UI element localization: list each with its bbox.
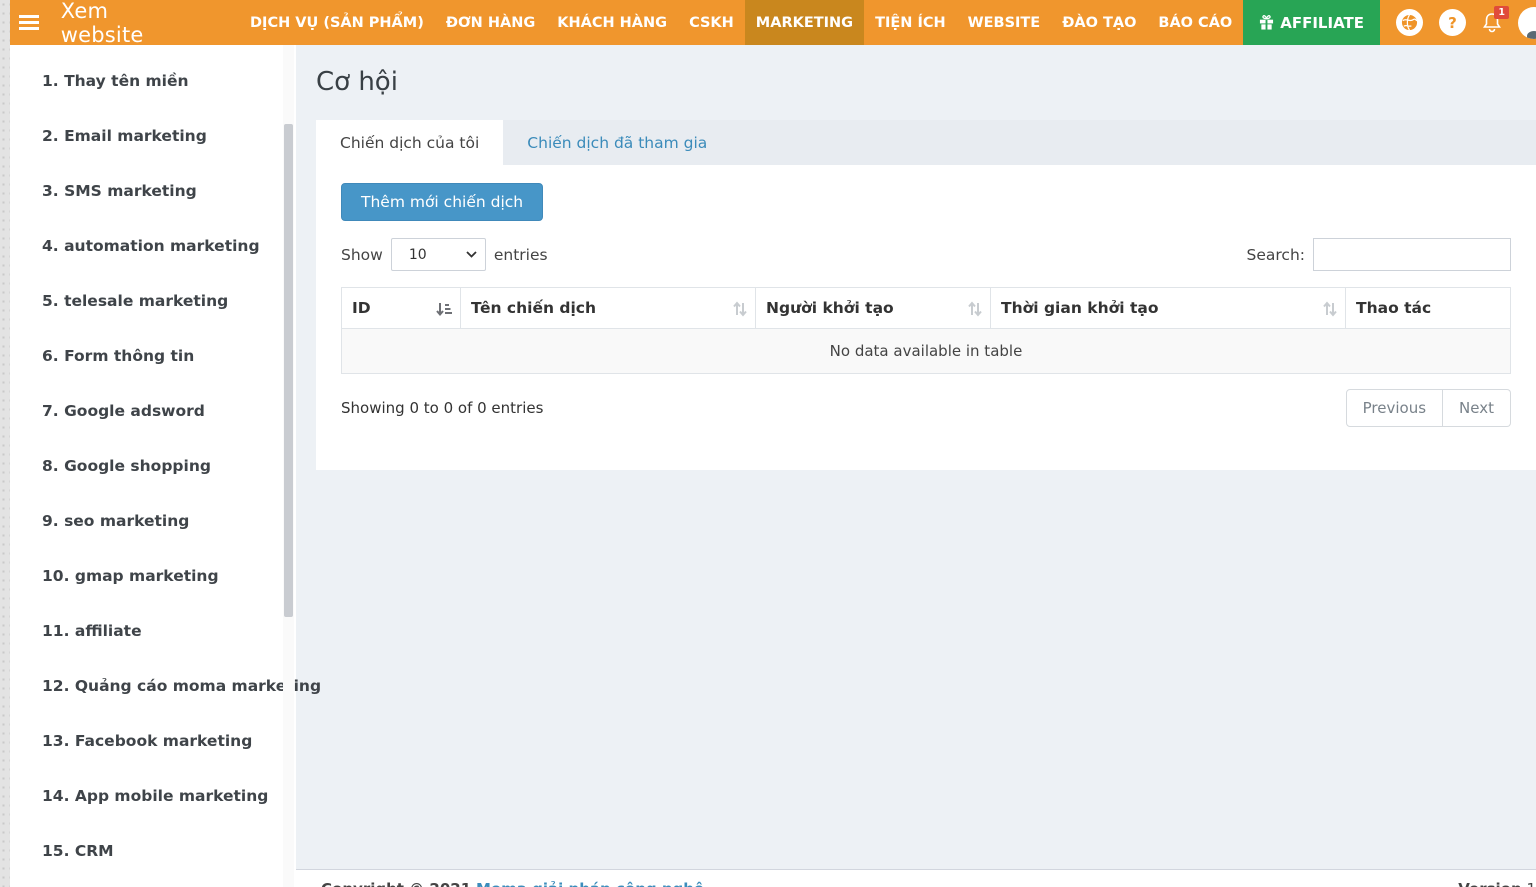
nav-item-website[interactable]: WEBSITE (957, 0, 1052, 45)
next-page-button[interactable]: Next (1443, 389, 1511, 427)
sidebar: 1. Thay tên miền 2. Email marketing 3. S… (10, 45, 296, 887)
previous-page-button[interactable]: Previous (1346, 389, 1443, 427)
sort-both-icon (968, 301, 982, 317)
sidebar-scrollbar[interactable] (283, 45, 294, 887)
affiliate-label: AFFILIATE (1280, 14, 1364, 32)
sidebar-item-automation-marketing[interactable]: 4. automation marketing (10, 218, 296, 273)
window-edge-strip (0, 0, 10, 887)
sort-both-icon (1323, 301, 1337, 317)
sidebar-item-affiliate[interactable]: 11. affiliate (10, 603, 296, 658)
sidebar-item-google-adsword[interactable]: 7. Google adsword (10, 383, 296, 438)
brand-title[interactable]: Xem website (49, 0, 167, 45)
app-footer: Copyright © 2021 Moma giải pháp công ngh… (296, 869, 1536, 887)
affiliate-button[interactable]: AFFILIATE (1243, 0, 1380, 45)
nav-item-don-hang[interactable]: ĐƠN HÀNG (435, 0, 546, 45)
column-id-label: ID (352, 299, 371, 317)
notification-badge: 1 (1494, 6, 1509, 19)
search-label: Search: (1247, 246, 1305, 264)
nav-item-tien-ich[interactable]: TIỆN ÍCH (864, 0, 957, 45)
hamburger-icon (19, 15, 39, 30)
tab-chien-dich-cua-toi[interactable]: Chiến dịch của tôi (316, 120, 503, 165)
notifications-button[interactable]: 1 (1482, 12, 1502, 34)
column-header-nguoi-khoi-tao[interactable]: Người khởi tạo (756, 288, 991, 329)
question-mark-glyph: ? (1448, 14, 1457, 32)
nav-item-khach-hang[interactable]: KHÁCH HÀNG (546, 0, 678, 45)
sidebar-item-thay-ten-mien[interactable]: 1. Thay tên miền (10, 53, 296, 108)
empty-table-message: No data available in table (342, 329, 1511, 374)
column-header-id[interactable]: ID (342, 288, 461, 329)
table-footer: Showing 0 to 0 of 0 entries Previous Nex… (341, 389, 1511, 427)
table-controls: Show 10 entries Search: (341, 238, 1511, 271)
sidebar-item-facebook-marketing[interactable]: 13. Facebook marketing (10, 713, 296, 768)
campaigns-table: ID Tên chiến dịch (341, 287, 1511, 374)
page-title: Cơ hội (296, 45, 1536, 97)
sidebar-item-email-marketing[interactable]: 2. Email marketing (10, 108, 296, 163)
sort-both-icon (733, 301, 747, 317)
column-header-thoi-gian-khoi-tao[interactable]: Thời gian khởi tạo (991, 288, 1346, 329)
main-content: Cơ hội Home > Danh sách chiến dịch Chiến… (296, 45, 1536, 887)
sort-asc-icon (436, 301, 452, 317)
gift-icon (1259, 15, 1274, 30)
nav-item-dao-tao[interactable]: ĐÀO TẠO (1051, 0, 1147, 45)
nav-item-dich-vu[interactable]: DỊCH VỤ (SẢN PHẨM) (239, 0, 435, 45)
entries-label: entries (494, 246, 548, 264)
navbar-right: AFFILIATE ? 1 (1243, 0, 1536, 45)
copyright-text: Copyright © 2021 (321, 880, 471, 887)
search-control: Search: (1247, 238, 1511, 271)
user-avatar[interactable] (1518, 7, 1536, 39)
tab-chien-dich-da-tham-gia[interactable]: Chiến dịch đã tham gia (503, 120, 731, 165)
pagination: Previous Next (1346, 389, 1511, 427)
tab-bar: Chiến dịch của tôi Chiến dịch đã tham gi… (316, 120, 1536, 165)
sidebar-item-seo-marketing[interactable]: 9. seo marketing (10, 493, 296, 548)
nav-item-cskh[interactable]: CSKH (678, 0, 745, 45)
column-name-label: Tên chiến dịch (471, 299, 596, 317)
empty-table-row: No data available in table (342, 329, 1511, 374)
help-icon[interactable]: ? (1439, 9, 1466, 36)
page-length-control: Show 10 entries (341, 238, 548, 271)
column-header-ten-chien-dich[interactable]: Tên chiến dịch (461, 288, 756, 329)
campaign-panel: Thêm mới chiến dịch Show 10 entries Sear… (316, 165, 1536, 470)
table-header-row: ID Tên chiến dịch (342, 288, 1511, 329)
column-header-thao-tac[interactable]: Thao tác (1346, 288, 1511, 329)
company-link[interactable]: Moma giải pháp công nghệ (476, 880, 704, 887)
language-globe-icon[interactable] (1396, 9, 1423, 36)
sidebar-item-form-thong-tin[interactable]: 6. Form thông tin (10, 328, 296, 383)
sidebar-item-telesale-marketing[interactable]: 5. telesale marketing (10, 273, 296, 328)
page-size-select[interactable]: 10 (391, 238, 486, 271)
sidebar-item-gmap-marketing[interactable]: 10. gmap marketing (10, 548, 296, 603)
sidebar-item-google-shopping[interactable]: 8. Google shopping (10, 438, 296, 493)
globe-icon (1401, 14, 1418, 31)
sidebar-item-crm[interactable]: 15. CRM (10, 823, 296, 878)
entries-summary: Showing 0 to 0 of 0 entries (341, 399, 543, 417)
show-label: Show (341, 246, 383, 264)
version-text: Version 1 (1458, 880, 1536, 887)
top-navbar: Xem website DỊCH VỤ (SẢN PHẨM) ĐƠN HÀNG … (10, 0, 1536, 45)
sidebar-item-app-mobile-marketing[interactable]: 14. App mobile marketing (10, 768, 296, 823)
nav-item-marketing[interactable]: MARKETING (745, 0, 864, 45)
search-input[interactable] (1313, 238, 1511, 271)
sidebar-menu: 1. Thay tên miền 2. Email marketing 3. S… (10, 45, 296, 878)
add-campaign-button[interactable]: Thêm mới chiến dịch (341, 183, 543, 221)
column-created-time-label: Thời gian khởi tạo (1001, 299, 1158, 317)
column-creator-label: Người khởi tạo (766, 299, 894, 317)
nav-item-bao-cao[interactable]: BÁO CÁO (1147, 0, 1243, 45)
main-menu: DỊCH VỤ (SẢN PHẨM) ĐƠN HÀNG KHÁCH HÀNG C… (239, 0, 1243, 45)
column-actions-label: Thao tác (1356, 299, 1431, 317)
version-value: 1 (1526, 880, 1536, 887)
sidebar-item-sms-marketing[interactable]: 3. SMS marketing (10, 163, 296, 218)
sidebar-scrollbar-thumb[interactable] (284, 124, 293, 617)
hamburger-menu-icon[interactable] (10, 0, 49, 45)
sidebar-item-quang-cao-moma[interactable]: 12. Quảng cáo moma marketing (10, 658, 296, 713)
version-label: Version (1458, 880, 1521, 887)
